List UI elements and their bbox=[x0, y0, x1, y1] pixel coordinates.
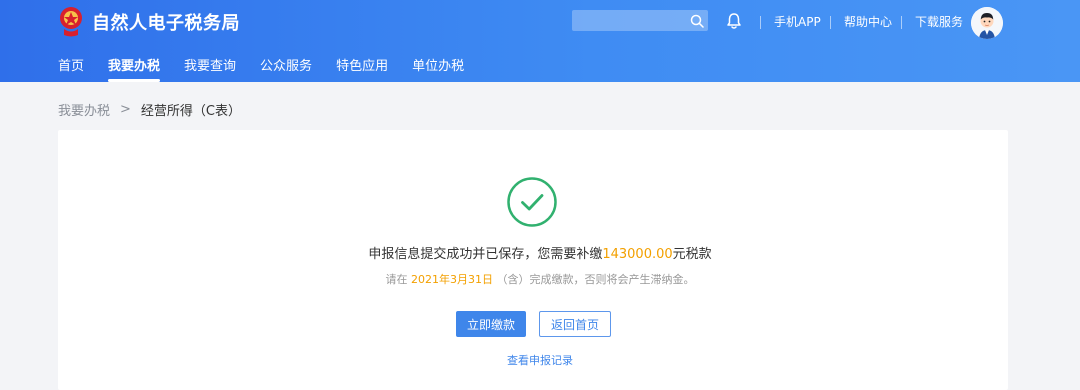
success-message-suffix: 元税款 bbox=[672, 247, 712, 262]
breadcrumb-current: 经营所得（C表） bbox=[140, 104, 241, 119]
view-filing-records-link[interactable]: 查看申报记录 bbox=[0, 352, 1080, 368]
search-input[interactable] bbox=[572, 10, 708, 31]
breadcrumb-parent-link[interactable]: 我要办税 bbox=[58, 100, 110, 119]
pay-now-button[interactable]: 立即缴款 bbox=[456, 311, 526, 337]
tax-amount: 143000.00 bbox=[602, 247, 673, 262]
site-logo[interactable]: 自然人电子税务局 bbox=[58, 5, 240, 39]
top-header: 自然人电子税务局 手机APP 帮助中心 下载服务 首页 我要办税 我要查询 公众… bbox=[0, 0, 1080, 82]
return-home-button[interactable]: 返回首页 bbox=[539, 311, 611, 337]
breadcrumb: 我要办税 > 经营所得（C表） bbox=[58, 100, 241, 119]
nav-home[interactable]: 首页 bbox=[58, 58, 84, 82]
main-navigation: 首页 我要办税 我要查询 公众服务 特色应用 单位办税 bbox=[58, 58, 464, 82]
search-icon[interactable] bbox=[690, 14, 704, 28]
success-message-prefix: 申报信息提交成功并已保存，您需要补缴 bbox=[368, 247, 603, 262]
help-center-link[interactable]: 帮助中心 bbox=[844, 15, 892, 29]
download-service-link[interactable]: 下载服务 bbox=[915, 15, 963, 29]
nav-file-tax[interactable]: 我要办税 bbox=[108, 58, 161, 82]
user-avatar-icon bbox=[971, 7, 1003, 39]
nav-company-tax[interactable]: 单位办税 bbox=[412, 58, 464, 82]
nav-featured-apps[interactable]: 特色应用 bbox=[336, 58, 388, 82]
check-circle-icon bbox=[507, 177, 557, 227]
bell-icon[interactable] bbox=[725, 12, 743, 30]
nav-query[interactable]: 我要查询 bbox=[184, 58, 236, 82]
mobile-app-link[interactable]: 手机APP bbox=[774, 15, 821, 29]
payment-deadline-message: 请在 2021年3月31日 （含）完成缴款，否则将会产生滞纳金。 bbox=[0, 271, 1080, 287]
tax-emblem-icon bbox=[60, 7, 82, 37]
success-message: 申报信息提交成功并已保存，您需要补缴143000.00元税款 bbox=[0, 243, 1080, 262]
payment-deadline: 2021年3月31日 bbox=[411, 273, 493, 286]
breadcrumb-separator: > bbox=[120, 102, 131, 117]
header-divider bbox=[760, 16, 761, 29]
nav-public-services[interactable]: 公众服务 bbox=[260, 58, 312, 82]
header-divider bbox=[901, 16, 902, 29]
site-title: 自然人电子税务局 bbox=[92, 13, 240, 34]
deadline-suffix: （含）完成缴款，否则将会产生滞纳金。 bbox=[493, 273, 695, 286]
user-avatar[interactable] bbox=[971, 7, 1003, 39]
deadline-prefix: 请在 bbox=[385, 273, 411, 286]
header-divider bbox=[830, 16, 831, 29]
